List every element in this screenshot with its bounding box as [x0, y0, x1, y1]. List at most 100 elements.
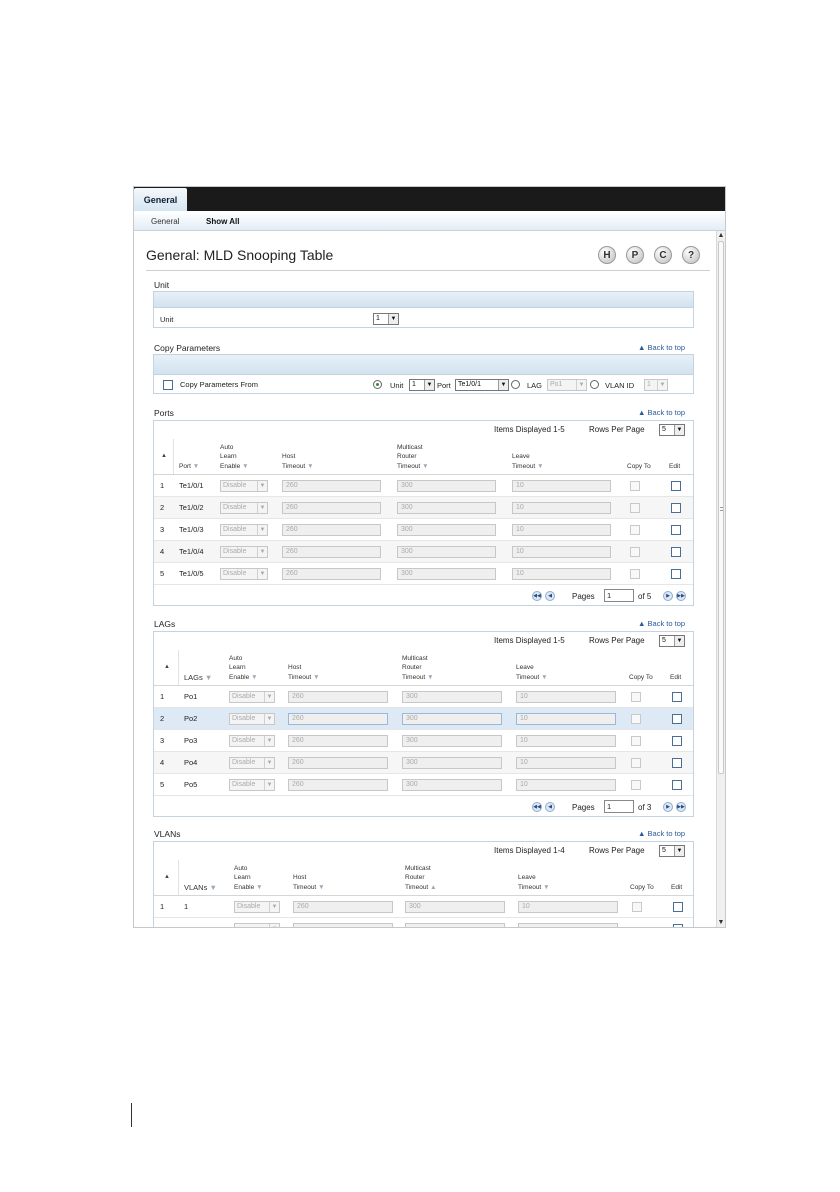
mrouter-timeout-field[interactable]: 300	[397, 568, 496, 580]
leave-timeout-field[interactable]: 10	[512, 502, 611, 514]
refresh-icon[interactable]: C	[654, 246, 672, 264]
lags-col-host-timeout[interactable]: Host Timeout ▼	[288, 663, 320, 682]
copy-to-checkbox[interactable]	[631, 736, 641, 746]
scroll-thumb[interactable]	[718, 241, 724, 774]
ports-col-host-timeout[interactable]: Host Timeout ▼	[282, 452, 314, 471]
leave-timeout-field[interactable]: 10	[512, 546, 611, 558]
host-timeout-field[interactable]: 260	[282, 546, 381, 558]
vertical-scrollbar[interactable]: ▲ ▼	[716, 231, 725, 927]
host-timeout-field[interactable]: 260	[293, 901, 393, 913]
scroll-up-icon[interactable]: ▲	[717, 231, 725, 241]
vlans-col-auto-learn[interactable]: Auto Learn Enable ▼	[234, 864, 263, 893]
mrouter-timeout-field[interactable]: 300	[397, 524, 496, 536]
edit-checkbox[interactable]	[671, 525, 681, 535]
mrouter-timeout-field[interactable]: 300	[402, 757, 502, 769]
copy-to-checkbox[interactable]	[630, 503, 640, 513]
auto-learn-select[interactable]: Disable ▼	[220, 524, 268, 536]
leave-timeout-field[interactable]	[518, 923, 618, 927]
edit-checkbox[interactable]	[672, 714, 682, 724]
leave-timeout-field[interactable]: 10	[516, 713, 616, 725]
first-page-icon[interactable]: ◀◀	[532, 802, 542, 812]
ports-col-port[interactable]: Port ▼	[179, 462, 199, 472]
edit-checkbox[interactable]	[671, 503, 681, 513]
auto-learn-select[interactable]: ▼	[234, 923, 280, 927]
copy-unit-radio[interactable]	[373, 380, 382, 389]
lags-rows-per-page-select[interactable]: 5 ▼	[659, 635, 685, 647]
leave-timeout-field[interactable]: 10	[512, 568, 611, 580]
ports-col-mrouter-timeout[interactable]: Multicast Router Timeout ▼	[397, 443, 429, 472]
edit-checkbox[interactable]	[671, 569, 681, 579]
copy-to-checkbox[interactable]	[631, 692, 641, 702]
vlans-rows-per-page-select[interactable]: 5 ▼	[659, 845, 685, 857]
host-timeout-field[interactable]: 260	[282, 568, 381, 580]
copy-to-checkbox[interactable]	[632, 902, 642, 912]
vlans-back-to-top-link[interactable]: ▲ Back to top	[638, 829, 685, 838]
copy-to-checkbox[interactable]	[631, 780, 641, 790]
auto-learn-select[interactable]: Disable ▼	[220, 480, 268, 492]
next-page-icon[interactable]: ▶	[663, 591, 673, 601]
copy-to-checkbox[interactable]	[630, 525, 640, 535]
save-icon[interactable]: H	[598, 246, 616, 264]
host-timeout-field[interactable]: 260	[282, 480, 381, 492]
mrouter-timeout-field[interactable]: 300	[397, 546, 496, 558]
copy-to-checkbox[interactable]	[631, 714, 641, 724]
mrouter-timeout-field[interactable]: 300	[402, 779, 502, 791]
prev-page-icon[interactable]: ◀	[545, 802, 555, 812]
scroll-down-icon[interactable]: ▼	[717, 918, 725, 927]
edit-checkbox[interactable]	[673, 902, 683, 912]
host-timeout-field[interactable]: 260	[288, 757, 388, 769]
auto-learn-select[interactable]: Disable ▼	[220, 502, 268, 514]
vlans-col-mrouter-timeout[interactable]: Multicast Router Timeout ▲	[405, 864, 437, 893]
print-icon[interactable]: P	[626, 246, 644, 264]
host-timeout-field[interactable]: 260	[288, 713, 388, 725]
auto-learn-select[interactable]: Disable ▼	[229, 779, 275, 791]
auto-learn-select[interactable]: Disable ▼	[229, 713, 275, 725]
host-timeout-field[interactable]: 260	[288, 735, 388, 747]
ports-back-to-top-link[interactable]: ▲ Back to top	[638, 408, 685, 417]
mrouter-timeout-field[interactable]: 300	[397, 502, 496, 514]
copy-to-checkbox[interactable]	[630, 547, 640, 557]
first-page-icon[interactable]: ◀◀	[532, 591, 542, 601]
host-timeout-field[interactable]: 260	[288, 691, 388, 703]
mrouter-timeout-field[interactable]: 300	[397, 480, 496, 492]
vlans-col-vlan[interactable]: VLANs ▼	[184, 883, 217, 893]
tab-general[interactable]: General	[134, 188, 187, 211]
edit-checkbox[interactable]	[672, 736, 682, 746]
leave-timeout-field[interactable]: 10	[512, 524, 611, 536]
auto-learn-select[interactable]: Disable ▼	[234, 901, 280, 913]
auto-learn-select[interactable]: Disable ▼	[229, 691, 275, 703]
unit-select[interactable]: 1 ▼	[373, 313, 399, 325]
leave-timeout-field[interactable]: 10	[516, 757, 616, 769]
subnav-general-link[interactable]: General	[151, 217, 179, 226]
mrouter-timeout-field[interactable]	[405, 923, 505, 927]
vlans-sort-column[interactable]: ▲	[154, 860, 179, 895]
leave-timeout-field[interactable]: 10	[516, 691, 616, 703]
lags-col-lag[interactable]: LAGs ▼	[184, 673, 212, 683]
copy-lag-select[interactable]: Po1 ▼	[547, 379, 587, 391]
edit-checkbox[interactable]	[672, 780, 682, 790]
edit-checkbox[interactable]	[672, 758, 682, 768]
copy-lag-radio[interactable]	[511, 380, 520, 389]
edit-checkbox[interactable]	[673, 924, 683, 927]
ports-sort-column[interactable]: ▲	[154, 439, 174, 474]
copy-parameters-checkbox[interactable]	[163, 380, 173, 390]
page-number-input[interactable]: 1	[604, 589, 634, 602]
ports-col-leave-timeout[interactable]: Leave Timeout ▼	[512, 452, 544, 471]
ports-rows-per-page-select[interactable]: 5 ▼	[659, 424, 685, 436]
lags-sort-column[interactable]: ▲	[154, 650, 179, 685]
page-number-input[interactable]: 1	[604, 800, 634, 813]
mrouter-timeout-field[interactable]: 300	[402, 713, 502, 725]
mrouter-timeout-field[interactable]: 300	[405, 901, 505, 913]
auto-learn-select[interactable]: Disable ▼	[220, 546, 268, 558]
copy-to-checkbox[interactable]	[631, 758, 641, 768]
ports-col-auto-learn[interactable]: Auto Learn Enable ▼	[220, 443, 249, 472]
auto-learn-select[interactable]: Disable ▼	[229, 757, 275, 769]
mrouter-timeout-field[interactable]: 300	[402, 735, 502, 747]
auto-learn-select[interactable]: Disable ▼	[220, 568, 268, 580]
copy-vlan-radio[interactable]	[590, 380, 599, 389]
host-timeout-field[interactable]: 260	[288, 779, 388, 791]
edit-checkbox[interactable]	[671, 481, 681, 491]
copy-to-checkbox[interactable]	[630, 569, 640, 579]
leave-timeout-field[interactable]: 10	[518, 901, 618, 913]
last-page-icon[interactable]: ▶▶	[676, 802, 686, 812]
